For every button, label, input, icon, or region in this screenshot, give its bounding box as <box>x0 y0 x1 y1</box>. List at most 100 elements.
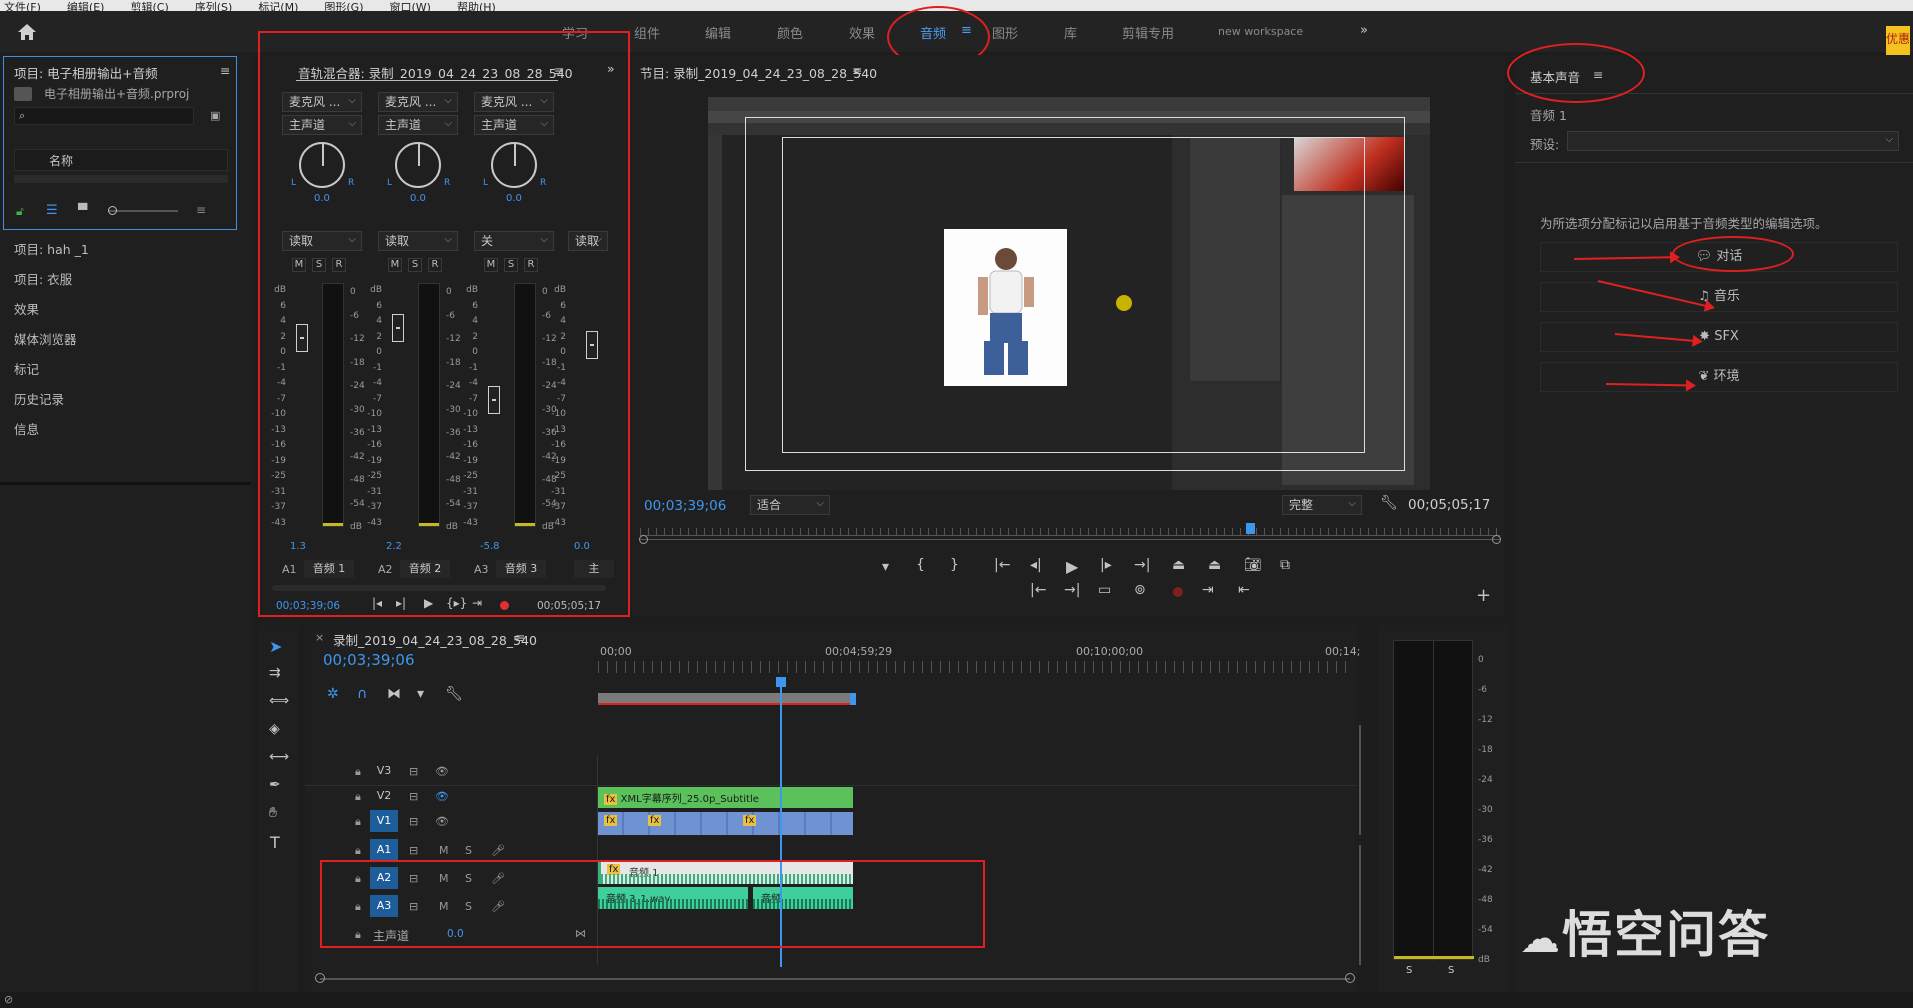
hand-tool-icon[interactable]: ✋︎ <box>269 805 277 821</box>
project-scrollbar[interactable] <box>14 175 228 183</box>
v2-eye-icon[interactable]: 👁︎ <box>435 790 449 803</box>
zoom-fit-dropdown[interactable]: 适合 <box>750 495 830 515</box>
a1-mic-icon[interactable]: 🎤︎ <box>491 844 505 857</box>
meter-solo-right[interactable]: S <box>1448 965 1454 976</box>
safe-margins-icon[interactable]: ▭ <box>1098 582 1111 598</box>
v1-eye-icon[interactable]: 👁︎ <box>435 815 449 828</box>
workspace-tab-assembly[interactable]: 组件 <box>634 23 660 42</box>
workspace-tab-custom[interactable]: 剪辑专用 <box>1122 23 1174 42</box>
slip-tool-icon[interactable]: ⟷ <box>269 749 289 765</box>
program-play-icon[interactable]: ▶ <box>1066 557 1078 576</box>
mark-in-icon[interactable]: { <box>916 557 925 573</box>
linked-selection-icon[interactable]: ⧓ <box>387 686 401 702</box>
step-back-icon[interactable]: ◂| <box>1030 557 1042 573</box>
project-menu-icon[interactable]: ≡ <box>220 63 230 78</box>
workspace-tab-effects[interactable]: 效果 <box>849 23 875 42</box>
ambience-button[interactable]: ❦ 环境 <box>1540 362 1898 392</box>
button-editor-plus-icon[interactable]: + <box>1476 585 1491 606</box>
track-v2[interactable]: V2 <box>370 785 398 807</box>
music-button[interactable]: ♫ 音乐 <box>1540 282 1898 312</box>
track-v3[interactable]: V3 <box>370 760 398 782</box>
go-to-in-point-icon[interactable]: |← <box>994 557 1010 573</box>
timeline-timecode[interactable]: 00;03;39;06 <box>323 651 415 669</box>
workspace-more-icon[interactable]: » <box>1360 23 1368 38</box>
menu-sequence[interactable]: 序列(S) <box>195 2 233 11</box>
audio-vertical-scrollbar[interactable] <box>1359 845 1361 965</box>
project-panel-title[interactable]: 项目: 电子相册输出+音频 <box>14 63 158 82</box>
left-tab-media-browser[interactable]: 媒体浏览器 <box>14 329 77 348</box>
program-playhead[interactable] <box>1246 523 1255 534</box>
preset-dropdown[interactable] <box>1567 131 1899 151</box>
workspace-tab-new[interactable]: new workspace <box>1218 25 1303 38</box>
meter-solo-left[interactable]: S <box>1406 965 1412 976</box>
v2-lock-icon[interactable]: 🔒︎ <box>355 790 361 804</box>
insert-icon[interactable]: ⇥ <box>1202 582 1214 598</box>
track-select-tool-icon[interactable]: ⇉ <box>269 665 281 681</box>
type-tool-icon[interactable]: T <box>270 833 280 852</box>
menu-file[interactable]: 文件(F) <box>4 2 41 11</box>
menu-clip[interactable]: 剪辑(C) <box>130 2 168 11</box>
workspace-tab-graphics[interactable]: 图形 <box>992 23 1018 42</box>
home-icon[interactable] <box>17 23 37 41</box>
work-area-bar[interactable] <box>598 693 853 705</box>
add-marker-timeline-icon[interactable]: ▾ <box>417 686 424 702</box>
a1-solo[interactable]: S <box>465 844 472 857</box>
go-to-prev-edit-icon[interactable]: |← <box>1030 582 1046 598</box>
ripple-edit-tool-icon[interactable]: ⟺ <box>269 693 289 709</box>
comparison-view-icon[interactable]: ⧉ <box>1280 557 1290 573</box>
clip-v2-subtitle[interactable]: fx XML字幕序列_25.0p_Subtitle <box>598 787 853 808</box>
menu-help[interactable]: 帮助(H) <box>457 2 496 11</box>
left-tab-effects[interactable]: 效果 <box>14 299 39 318</box>
left-tab-project-hah[interactable]: 项目: hah _1 <box>14 239 89 258</box>
v3-eye-icon[interactable]: 👁︎ <box>435 765 449 778</box>
nest-toggle-icon[interactable]: ✲ <box>327 686 339 702</box>
a1-sync-icon[interactable]: ⊟ <box>409 844 418 857</box>
v3-sync-icon[interactable]: ⊟ <box>409 765 418 778</box>
wrench-icon[interactable]: 🔧︎ <box>1380 495 1398 511</box>
menu-graphics[interactable]: 图形(G) <box>324 2 363 11</box>
selection-tool-icon[interactable]: ➤ <box>269 637 282 656</box>
export-frame-icon[interactable]: 📷︎ <box>1244 557 1262 573</box>
left-tab-history[interactable]: 历史记录 <box>14 389 64 408</box>
project-search-input[interactable]: ⌕ <box>14 107 194 125</box>
v3-lock-icon[interactable]: 🔒︎ <box>355 765 361 779</box>
menu-marker[interactable]: 标记(M) <box>258 2 298 11</box>
track-a1[interactable]: A1 <box>370 839 398 861</box>
step-forward-icon[interactable]: |▸ <box>1100 557 1112 573</box>
workspace-tab-edit[interactable]: 编辑 <box>705 23 731 42</box>
timeline-settings-wrench-icon[interactable]: 🔧︎ <box>445 686 463 702</box>
pen-tool-icon[interactable]: ✒︎ <box>269 777 281 793</box>
workspace-tab-libraries[interactable]: 库 <box>1064 23 1077 42</box>
menu-window[interactable]: 窗口(W) <box>390 2 431 11</box>
go-to-out-point-icon[interactable]: →| <box>1134 557 1150 573</box>
list-view-icon[interactable]: ☰ <box>46 203 58 218</box>
v2-sync-icon[interactable]: ⊟ <box>409 790 418 803</box>
v1-lock-icon[interactable]: 🔒︎ <box>355 815 361 829</box>
zoom-slider[interactable] <box>108 210 178 212</box>
close-sequence-icon[interactable]: × <box>315 631 324 644</box>
add-marker-icon[interactable]: ▾ <box>882 559 889 575</box>
snap-magnet-icon[interactable]: ∩ <box>357 686 367 702</box>
clip-v1-photos[interactable]: fx fx fx <box>598 812 853 835</box>
lock-icon[interactable]: 🔓︎ <box>16 204 24 219</box>
icon-view-icon[interactable]: ▀ <box>78 203 87 217</box>
mark-out-icon[interactable]: } <box>950 557 959 573</box>
new-search-bin-icon[interactable]: ▣ <box>210 109 220 122</box>
a1-mute[interactable]: M <box>439 844 449 857</box>
timeline-menu-icon[interactable]: ≡ <box>515 630 525 645</box>
sfx-button[interactable]: ✸ SFX <box>1540 322 1898 352</box>
left-tab-project-clothes[interactable]: 项目: 衣服 <box>14 269 72 288</box>
sequence-tab-title[interactable]: 录制_2019_04_24_23_08_28_540 <box>333 630 537 649</box>
menu-edit[interactable]: 编辑(E) <box>67 2 105 11</box>
a1-lock-icon[interactable]: 🔒︎ <box>355 844 361 858</box>
left-tab-info[interactable]: 信息 <box>14 419 39 438</box>
program-menu-icon[interactable]: ≡ <box>852 63 862 78</box>
program-timecode[interactable]: 00;03;39;06 <box>644 498 726 514</box>
track-v1[interactable]: V1 <box>370 810 398 832</box>
video-vertical-scrollbar[interactable] <box>1359 725 1361 835</box>
record-voiceover-icon[interactable] <box>1173 587 1183 597</box>
playback-resolution-dropdown[interactable]: 完整 <box>1282 495 1362 515</box>
v1-sync-icon[interactable]: ⊟ <box>409 815 418 828</box>
column-name-header[interactable]: 名称 <box>49 152 73 169</box>
workspace-tab-color[interactable]: 颜色 <box>777 23 803 42</box>
